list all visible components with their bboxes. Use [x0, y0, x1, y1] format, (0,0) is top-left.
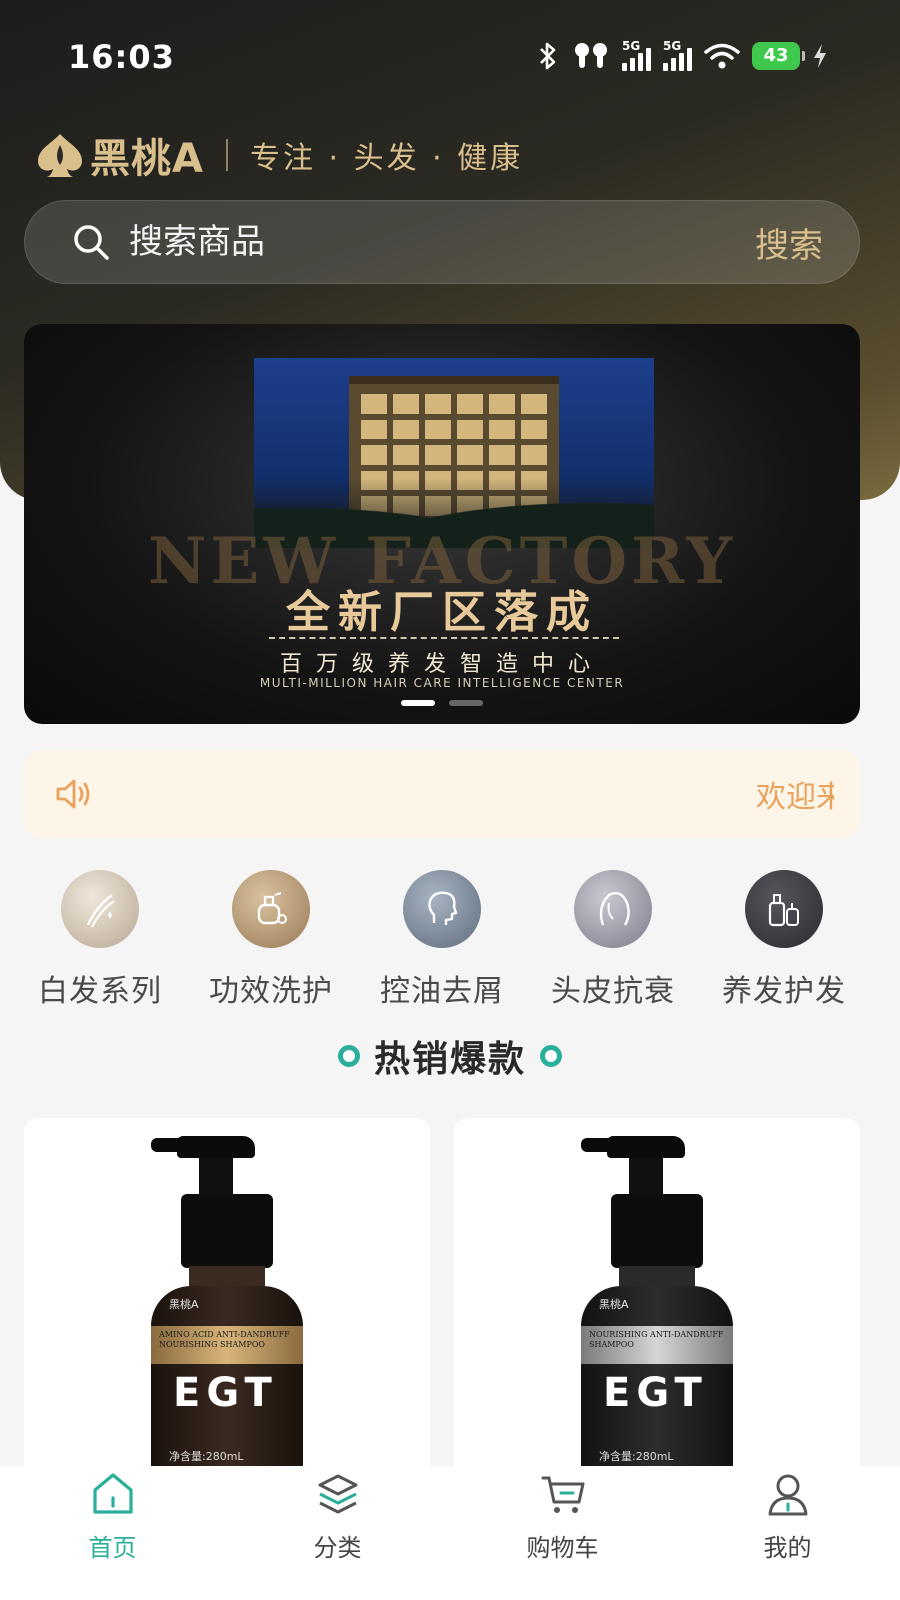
tab-label: 首页: [88, 1534, 137, 1562]
wifi-icon: [704, 43, 740, 69]
tab-label: 购物车: [526, 1534, 599, 1562]
layers-icon: [318, 1474, 357, 1514]
hair-strand-icon: [61, 870, 139, 948]
brand-name: 黑桃A: [90, 136, 204, 182]
decorative-dot-icon: [540, 1045, 562, 1067]
notice-bar[interactable]: 欢迎来: [24, 750, 860, 838]
charging-icon: [814, 44, 826, 68]
tab-label: 我的: [763, 1534, 812, 1562]
product-card[interactable]: 黑桃A NOURISHING ANTI-DANDRUFF SHAMPOO EGT…: [454, 1118, 860, 1518]
product-brand: 黑桃A: [599, 1298, 629, 1311]
battery-icon: 43: [752, 42, 805, 70]
carousel-dot[interactable]: [449, 700, 483, 706]
banner-subtitle: 百万级养发智造中心: [279, 652, 604, 677]
tab-category[interactable]: 分类: [238, 1470, 438, 1600]
promo-banner[interactable]: NEW FACTORY 全新厂区落成 百万级养发智造中心 MULTI-MILLI…: [24, 324, 860, 724]
head-profile-icon: [403, 870, 481, 948]
product-net-content: 净含量:280mL: [169, 1450, 244, 1463]
category-white-hair[interactable]: 白发系列: [24, 870, 176, 1010]
search-input[interactable]: [129, 222, 755, 262]
hot-section-title: 热销爆款: [373, 1039, 526, 1080]
brand-divider: [225, 139, 228, 171]
category-label: 白发系列: [38, 974, 162, 1009]
user-icon: [768, 1474, 807, 1516]
product-net-content: 净含量:280mL: [599, 1450, 674, 1463]
category-efficacy-care[interactable]: 功效洗护: [195, 870, 347, 1010]
decorative-dot-icon: [337, 1045, 360, 1067]
speaker-icon: [56, 779, 90, 809]
hot-section-header: 热销爆款: [0, 1030, 900, 1082]
category-oil-control[interactable]: 控油去屑: [366, 870, 518, 1010]
banner-divider: [269, 637, 619, 639]
category-row: 白发系列 功效洗护 控油去屑 头皮抗衰 养发护发: [24, 870, 860, 1010]
product-band-text: AMINO ACID ANTI-DANDRUFF NOURISHING SHAM…: [159, 1330, 290, 1349]
product-card[interactable]: 黑桃A AMINO ACID ANTI-DANDRUFF NOURISHING …: [24, 1118, 430, 1518]
brand-slogan: 专注 · 头发 · 健康: [249, 141, 524, 176]
carousel-dot-active[interactable]: [401, 700, 435, 706]
factory-photo: [254, 358, 654, 548]
category-label: 功效洗护: [209, 974, 333, 1009]
category-label: 养发护发: [722, 974, 846, 1009]
search-button[interactable]: 搜索: [755, 218, 823, 267]
notice-text: 欢迎来: [756, 780, 834, 815]
product-image: 黑桃A NOURISHING ANTI-DANDRUFF SHAMPOO EGT…: [581, 1136, 733, 1518]
product-brand: 黑桃A: [169, 1298, 199, 1311]
category-hair-nourish[interactable]: 养发护发: [708, 870, 860, 1010]
status-bar: 16:03 5G 5G 43: [0, 0, 900, 120]
perfume-bottle-icon: [232, 870, 310, 948]
brand-row: 黑桃A 专注 · 头发 · 健康: [34, 130, 524, 182]
search-bar[interactable]: 搜索: [24, 200, 860, 284]
tab-cart[interactable]: 购物车: [463, 1470, 663, 1600]
bluetooth-icon: [540, 42, 556, 70]
signal-icon: 5G: [663, 39, 692, 71]
earbuds-icon: [575, 43, 607, 68]
product-image: 黑桃A AMINO ACID ANTI-DANDRUFF NOURISHING …: [151, 1136, 303, 1518]
tab-home[interactable]: 首页: [13, 1470, 213, 1600]
banner-caption: MULTI-MILLION HAIR CARE INTELLIGENCE CEN…: [259, 676, 625, 690]
product-logo: EGT: [173, 1370, 278, 1416]
signal-icon: 5G: [622, 39, 651, 71]
category-scalp-anti-aging[interactable]: 头皮抗衰: [537, 870, 689, 1010]
bottles-leaf-icon: [745, 870, 823, 948]
woman-hair-icon: [574, 870, 652, 948]
bottom-tab-bar: 首页 分类 购物车 我的: [0, 1466, 900, 1600]
category-label: 控油去屑: [380, 974, 504, 1009]
banner-title: 全新厂区落成: [286, 587, 598, 638]
spade-logo-icon: [38, 134, 82, 177]
home-icon: [92, 1473, 133, 1514]
tab-profile[interactable]: 我的: [688, 1470, 888, 1600]
product-logo: EGT: [603, 1370, 708, 1416]
carousel-indicator: [24, 700, 860, 706]
cart-icon: [541, 1476, 584, 1513]
status-icons: 5G 5G 43: [536, 39, 828, 72]
category-label: 头皮抗衰: [551, 974, 675, 1009]
status-time: 16:03: [68, 38, 175, 76]
product-band-text: NOURISHING ANTI-DANDRUFF SHAMPOO: [589, 1330, 724, 1349]
tab-label: 分类: [313, 1534, 362, 1562]
search-icon: [74, 225, 109, 260]
